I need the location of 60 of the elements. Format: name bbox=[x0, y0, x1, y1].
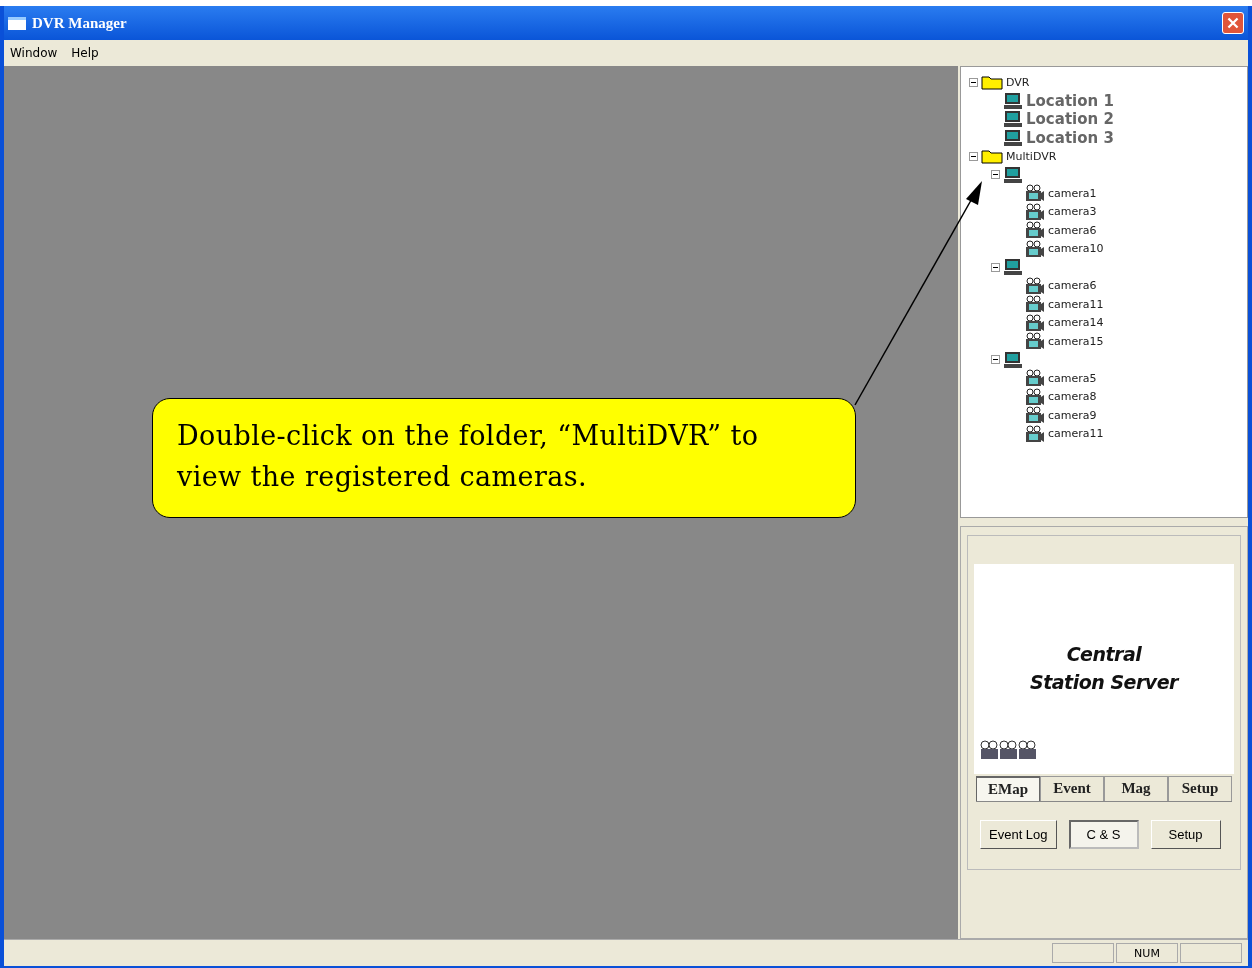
camera-icon bbox=[1025, 424, 1045, 443]
tree-item[interactable]: camera1 bbox=[1048, 186, 1097, 200]
toolbar-button[interactable]: C & S bbox=[1068, 820, 1139, 849]
monitor-icon bbox=[1003, 91, 1023, 110]
tree-item[interactable]: MultiDVR bbox=[1006, 149, 1057, 163]
tree-item[interactable]: Location 2 bbox=[1026, 110, 1114, 129]
tree-item[interactable]: camera10 bbox=[1048, 242, 1104, 256]
tree-item[interactable]: Location 3 bbox=[1026, 128, 1114, 147]
tree-item[interactable]: camera14 bbox=[1048, 316, 1104, 330]
camera-icon bbox=[1025, 221, 1045, 240]
folder-icon bbox=[981, 74, 1003, 91]
callout-text: Double-click on the folder, “MultiDVR” to view the registered cameras. bbox=[152, 398, 856, 518]
camera-icon bbox=[1025, 406, 1045, 425]
camera-icon bbox=[1025, 387, 1045, 406]
camera-icon bbox=[1025, 332, 1045, 351]
close-icon[interactable] bbox=[1222, 12, 1244, 34]
toolbar-button[interactable]: Event Log bbox=[980, 820, 1057, 849]
tree-item[interactable]: camera6 bbox=[1048, 223, 1097, 237]
camera-icon bbox=[1025, 313, 1045, 332]
folder-icon bbox=[981, 148, 1003, 165]
tree-item[interactable]: camera5 bbox=[1048, 371, 1097, 385]
tree-item[interactable]: Location 1 bbox=[1026, 91, 1114, 110]
status-pane bbox=[1052, 943, 1114, 963]
monitor-icon bbox=[1003, 110, 1023, 129]
tab[interactable]: Mag bbox=[1104, 776, 1168, 801]
toolbar-button[interactable]: Setup bbox=[1150, 820, 1221, 849]
tree-item[interactable]: camera15 bbox=[1048, 334, 1104, 348]
tree-item[interactable]: camera9 bbox=[1048, 408, 1097, 422]
tree-item[interactable]: DVR bbox=[1006, 75, 1030, 89]
camera-icon bbox=[1025, 295, 1045, 314]
tab[interactable]: Setup bbox=[1168, 776, 1232, 801]
camera-icon bbox=[1025, 239, 1045, 258]
menu-item[interactable]: Help bbox=[71, 46, 99, 60]
window-title: DVR Manager bbox=[32, 14, 127, 32]
monitor-icon bbox=[1003, 258, 1023, 277]
collapse-icon[interactable] bbox=[969, 151, 978, 161]
monitor-icon bbox=[1003, 128, 1023, 147]
tab[interactable]: EMap bbox=[976, 776, 1040, 801]
tree-item[interactable]: camera6 bbox=[1048, 279, 1097, 293]
status-indicator: NUM bbox=[1116, 943, 1178, 963]
tree-item[interactable]: camera11 bbox=[1048, 427, 1104, 441]
monitor-icon bbox=[1003, 350, 1023, 369]
collapse-icon[interactable] bbox=[991, 170, 1000, 180]
collapse-icon[interactable] bbox=[991, 355, 1000, 365]
camera-icon bbox=[1025, 202, 1045, 221]
status-pane bbox=[1180, 943, 1242, 963]
tree-item[interactable]: camera8 bbox=[1048, 390, 1097, 404]
camera-icon bbox=[1025, 184, 1045, 203]
server-title: Central Station Server bbox=[1030, 642, 1178, 695]
monitor-icon bbox=[1003, 165, 1023, 184]
window-icon bbox=[8, 16, 26, 30]
collapse-icon[interactable] bbox=[991, 262, 1000, 272]
menu-item[interactable]: Window bbox=[10, 46, 58, 60]
camera-icon bbox=[1025, 276, 1045, 295]
cameras-drawing bbox=[980, 740, 1038, 760]
collapse-icon[interactable] bbox=[969, 77, 978, 87]
tab[interactable]: Event bbox=[1040, 776, 1104, 801]
tree-item[interactable]: camera11 bbox=[1048, 297, 1104, 311]
camera-icon bbox=[1025, 369, 1045, 388]
tree-item[interactable]: camera3 bbox=[1048, 205, 1097, 219]
